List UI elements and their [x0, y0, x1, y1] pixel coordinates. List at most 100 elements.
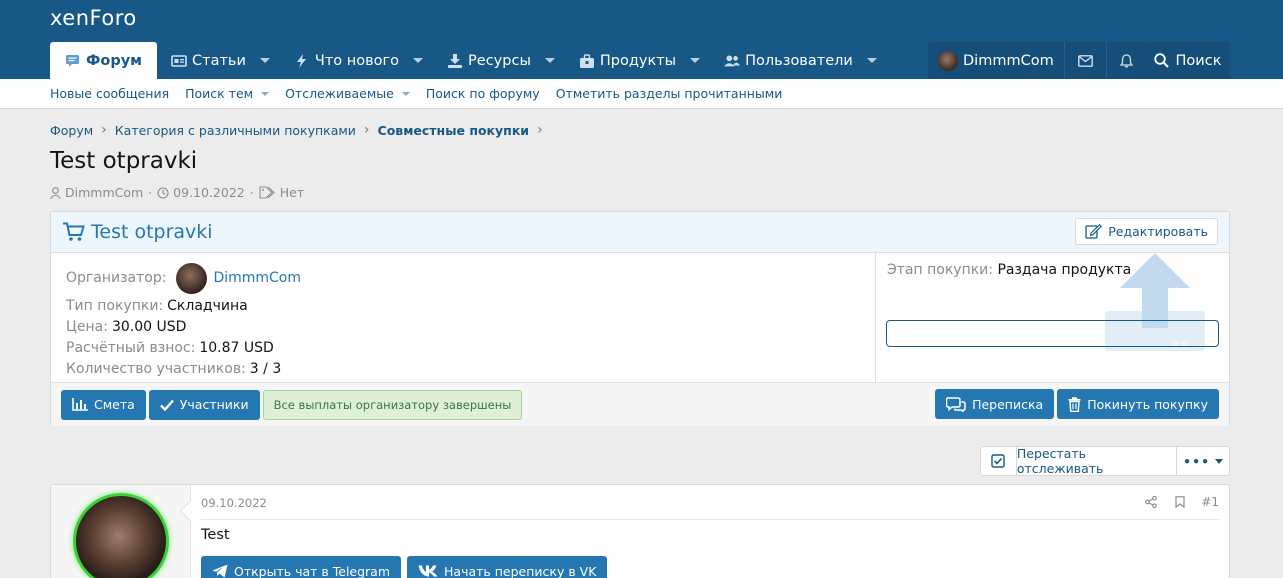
thread-actions: Перестать отслеживать •••: [980, 446, 1230, 476]
articles-icon: [171, 54, 187, 67]
user-menu: DimmmCom: [928, 42, 1146, 79]
post-date[interactable]: 09.10.2022: [201, 496, 267, 510]
page-title: Test otpravki: [50, 148, 198, 174]
purchase-details: Организатор: DimmmCom Тип покупки: Склад…: [51, 253, 876, 382]
members-button[interactable]: Участники: [148, 389, 260, 420]
post-buttons: Открыть чат в Telegram Начать переписку …: [201, 556, 613, 578]
fee-label: Расчётный взнос:: [66, 339, 196, 356]
search-icon: [1153, 53, 1169, 68]
subnav-mark-read[interactable]: Отметить разделы прочитанными: [556, 86, 783, 101]
nav-tab-whats-new[interactable]: Что нового: [280, 42, 433, 79]
thread-author[interactable]: DimmmCom: [65, 185, 143, 200]
purchase-header: Test otpravki Редактировать: [51, 212, 1229, 253]
whats-new-icon: [296, 53, 306, 68]
caret-down-icon: [1215, 458, 1224, 464]
participants-row: Количество участников: 3 / 3: [66, 358, 860, 379]
nav-tab-articles[interactable]: Статьи: [157, 42, 280, 79]
purchase-actions: Смета Участники Все выплаты организатору…: [51, 382, 1229, 426]
chevron-down-icon[interactable]: [259, 58, 270, 63]
share-icon[interactable]: [1145, 496, 1158, 508]
checkbox-icon: [991, 454, 1006, 468]
subnav-search-forums[interactable]: Поиск по форуму: [426, 86, 540, 101]
chevron-down-icon[interactable]: [544, 58, 555, 63]
nav-tab-products[interactable]: Продукты: [565, 42, 710, 79]
thread-meta: DimmmCom · 09.10.2022 · Нет: [50, 185, 304, 200]
products-icon: [579, 53, 594, 68]
resources-icon: [448, 53, 463, 68]
estimate-button[interactable]: Смета: [61, 389, 146, 420]
select-checkbox-button[interactable]: [981, 447, 1017, 475]
participants-label: Количество участников:: [66, 360, 246, 377]
subnav-label: Отслеживаемые: [285, 86, 394, 101]
tag-icon: [259, 186, 275, 199]
estimate-label: Смета: [94, 397, 135, 412]
nav-tab-users[interactable]: Пользователи: [710, 42, 887, 79]
account-link[interactable]: DimmmCom: [928, 42, 1065, 79]
edit-button[interactable]: Редактировать: [1075, 218, 1218, 245]
unwatch-button[interactable]: Перестать отслеживать: [1017, 446, 1178, 476]
subnav-new-posts[interactable]: Новые сообщения: [50, 86, 169, 101]
subnav-watched[interactable]: Отслеживаемые: [285, 86, 410, 101]
shopping-cart-icon: [63, 222, 85, 241]
members-label: Участники: [179, 397, 249, 412]
more-options-button[interactable]: •••: [1177, 447, 1229, 475]
stage-value: Раздача продукта: [997, 262, 1132, 278]
subnav-find-threads[interactable]: Поиск тем: [185, 86, 270, 101]
organizer-link[interactable]: DimmmCom: [213, 270, 301, 286]
search-label: Поиск: [1175, 52, 1222, 69]
telegram-button[interactable]: Открыть чат в Telegram: [201, 556, 402, 578]
search-button[interactable]: Поиск: [1145, 42, 1230, 79]
divider: [201, 519, 1219, 520]
nav-tab-label: Статьи: [192, 52, 246, 69]
thread-date[interactable]: 09.10.2022: [173, 185, 245, 200]
post-user-column: [51, 485, 191, 578]
fee-row: Расчётный взнос: 10.87 USD: [66, 337, 860, 358]
chevron-down-icon[interactable]: [401, 91, 410, 96]
nav-tab-forum[interactable]: Форум: [50, 42, 158, 79]
leave-purchase-button[interactable]: Покинуть покупку: [1057, 389, 1219, 419]
price-label: Цена:: [66, 318, 108, 335]
inbox-button[interactable]: [1065, 42, 1107, 79]
leave-purchase-label: Покинуть покупку: [1087, 396, 1208, 412]
type-label: Тип покупки:: [66, 297, 164, 314]
chevron-down-icon[interactable]: [413, 58, 424, 63]
chevron-down-icon[interactable]: [866, 58, 877, 63]
breadcrumb-item[interactable]: Категория с различными покупками: [115, 123, 356, 138]
separator-dot: ·: [148, 185, 153, 200]
vk-label: Начать переписку в VK: [444, 563, 597, 578]
bookmark-icon[interactable]: [1175, 496, 1185, 508]
nav-tab-label: Пользователи: [745, 52, 853, 69]
participants-value: 3 / 3: [249, 360, 282, 377]
breadcrumb-item[interactable]: Совместные покупки: [378, 123, 530, 138]
chevron-down-icon[interactable]: [261, 91, 270, 96]
type-row: Тип покупки: Складчина: [66, 295, 860, 316]
envelope-icon: [1077, 54, 1093, 67]
nav-tab-label: Форум: [86, 52, 143, 69]
chevron-right-icon: ›: [101, 122, 107, 138]
site-logo[interactable]: xenForo: [50, 6, 137, 30]
post-number[interactable]: #1: [1201, 495, 1219, 509]
type-value: Складчина: [167, 297, 248, 314]
nav-tab-resources[interactable]: Ресурсы: [433, 42, 565, 79]
avatar[interactable]: [176, 262, 208, 294]
organizer-row: Организатор: DimmmCom: [66, 261, 860, 295]
breadcrumb: Форум › Категория с различными покупками…: [50, 122, 551, 138]
breadcrumb-item[interactable]: Форум: [50, 123, 93, 138]
stage-row: Этап покупки: Раздача продукта: [887, 262, 1219, 278]
chat-button[interactable]: Переписка: [935, 389, 1055, 419]
avatar[interactable]: [73, 493, 169, 578]
main-nav: Форум Статьи Что нового Ресурсы Продукты…: [50, 42, 887, 79]
separator-dot: ·: [249, 185, 254, 200]
alerts-button[interactable]: [1107, 42, 1146, 79]
chevron-down-icon[interactable]: [690, 58, 701, 63]
vk-button[interactable]: Начать переписку в VK: [407, 556, 608, 578]
post-tools: #1: [1131, 495, 1219, 509]
price-row: Цена: 30.00 USD: [66, 316, 860, 337]
clock-icon: [157, 186, 169, 199]
edit-icon: [1085, 224, 1103, 239]
price-value: 30.00 USD: [111, 318, 187, 335]
stage-label: Этап покупки:: [887, 262, 993, 278]
post: 09.10.2022 #1 Test Открыть чат в Telegra…: [50, 484, 1230, 578]
fee-value: 10.87 USD: [199, 339, 274, 356]
stage-progress-field[interactable]: [886, 320, 1219, 347]
